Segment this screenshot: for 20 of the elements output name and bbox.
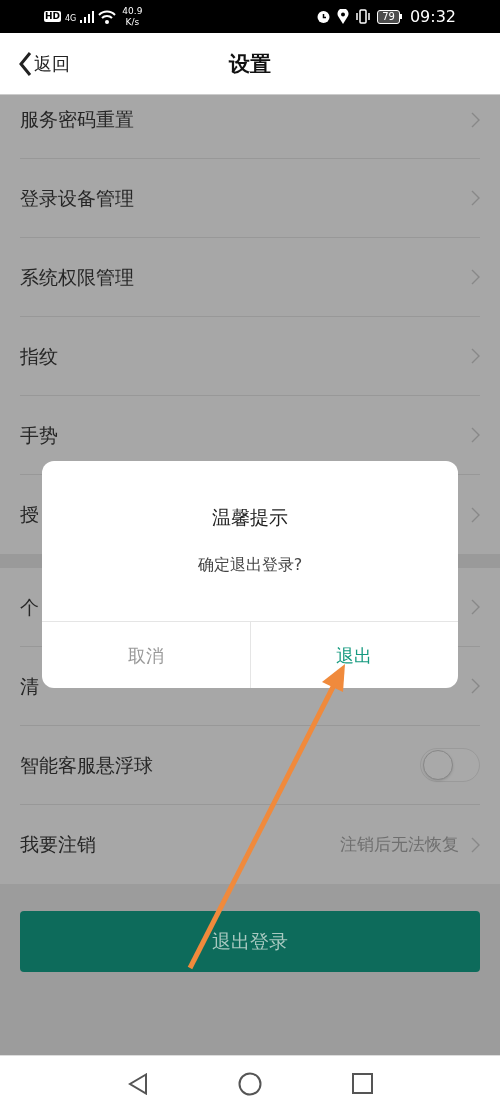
row-label: 清	[20, 673, 39, 699]
row-label: 登录设备管理	[20, 185, 134, 211]
network-type: 4G	[65, 14, 77, 23]
battery-indicator: 79	[377, 9, 400, 24]
row-label: 授	[20, 502, 39, 528]
dialog-title: 温馨提示	[212, 505, 288, 530]
row-label: 手势	[20, 422, 58, 448]
speed-value: 40.9	[122, 5, 143, 17]
row-label: 服务密码重置	[20, 107, 134, 133]
speed-unit: K/s	[125, 16, 140, 28]
status-time: 09:32	[409, 5, 456, 28]
row-label: 个	[20, 594, 39, 620]
hd-badge: HD	[44, 11, 61, 22]
row-label: 系统权限管理	[20, 264, 134, 290]
row-label: 指纹	[20, 343, 58, 369]
dialog-message: 确定退出登录?	[197, 554, 303, 576]
row-label: 智能客服悬浮球	[20, 752, 153, 778]
row-value: 注销后无法恢复	[340, 832, 459, 856]
row-label: 我要注销	[20, 832, 96, 858]
page-title: 设置	[229, 49, 271, 78]
